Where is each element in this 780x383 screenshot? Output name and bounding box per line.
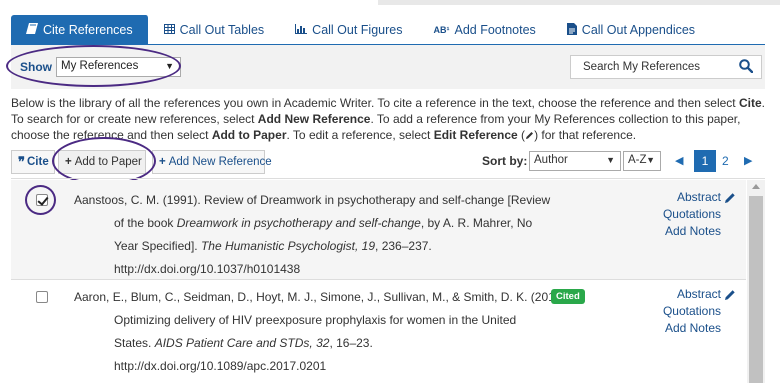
top-strip	[0, 0, 780, 5]
tab-call-out-appendices[interactable]: Call Out Appendices	[551, 15, 712, 45]
top-strip-segment	[378, 0, 780, 5]
sort-select[interactable]: Author ▼	[529, 151, 621, 171]
prev-page-icon[interactable]: ◀	[675, 154, 683, 167]
sort-label: Sort by:	[482, 154, 528, 168]
toolbar-divider	[11, 178, 765, 179]
instructions-text: Below is the library of all the referenc…	[11, 96, 765, 142]
quotations-link[interactable]: Quotations	[641, 303, 721, 320]
tab-label: Call Out Tables	[179, 23, 265, 37]
page-2-link[interactable]: 2	[722, 154, 729, 168]
plus-icon: +	[159, 156, 166, 168]
list-item: Aanstoos, C. M. (1991). Review of Dreamw…	[11, 180, 746, 280]
add-notes-link[interactable]: Add Notes	[641, 223, 721, 240]
tab-label: Call Out Appendices	[581, 23, 696, 37]
cited-badge: Cited	[551, 289, 585, 304]
bar-chart-icon	[295, 23, 308, 37]
quotations-link[interactable]: Quotations	[641, 206, 721, 223]
order-select[interactable]: A-Z ▼	[623, 151, 661, 171]
caret-down-icon: ▼	[646, 155, 655, 165]
footnote-icon: AB¹	[433, 25, 450, 35]
checkbox-highlight-ellipse	[25, 185, 56, 215]
list-item: Aaron, E., Blum, C., Seidman, D., Hoyt, …	[11, 281, 746, 383]
tab-add-footnotes[interactable]: AB¹ Add Footnotes	[418, 15, 552, 45]
search-icon[interactable]	[739, 59, 753, 73]
search-placeholder: Search My References	[583, 61, 700, 73]
pencil-icon[interactable]	[724, 192, 736, 204]
tab-label: Cite References	[43, 23, 133, 37]
next-page-icon[interactable]: ▶	[744, 154, 752, 167]
table-icon	[163, 23, 175, 37]
reference-citation: Aaron, E., Blum, C., Seidman, D., Hoyt, …	[74, 286, 569, 378]
tab-label: Add Footnotes	[454, 23, 536, 37]
tab-bar: Cite References Call Out Tables Call Out…	[11, 15, 712, 45]
tab-call-out-figures[interactable]: Call Out Figures	[280, 15, 419, 45]
quote-icon: ❞	[18, 154, 25, 169]
add-notes-link[interactable]: Add Notes	[641, 320, 721, 337]
search-input[interactable]: Search My References	[570, 55, 762, 79]
show-highlight-ellipse	[6, 45, 181, 87]
caret-down-icon: ▼	[606, 155, 615, 165]
tab-label: Call Out Figures	[312, 23, 403, 37]
book-icon	[26, 23, 38, 37]
tab-call-out-tables[interactable]: Call Out Tables	[148, 15, 281, 45]
page-current[interactable]: 1	[694, 150, 716, 172]
scroll-thumb[interactable]	[749, 196, 763, 383]
reference-checkbox[interactable]	[36, 291, 48, 303]
pencil-icon[interactable]	[724, 289, 736, 301]
abstract-link[interactable]: Abstract	[641, 189, 721, 206]
pencil-icon	[526, 132, 534, 139]
scroll-up-icon[interactable]	[752, 184, 760, 189]
abstract-link[interactable]: Abstract	[641, 286, 721, 303]
doi-link[interactable]: http://dx.doi.org/10.1089/apc.2017.0201	[74, 355, 549, 378]
reference-actions: Abstract Quotations Add Notes	[641, 286, 721, 337]
scrollbar[interactable]	[747, 180, 765, 383]
reference-citation: Aanstoos, C. M. (1991). Review of Dreamw…	[74, 189, 550, 281]
tab-cite-references[interactable]: Cite References	[11, 15, 149, 45]
cite-button[interactable]: ❞ Cite	[11, 150, 55, 174]
add-new-reference-button[interactable]: + Add New Reference	[152, 150, 272, 174]
reference-actions: Abstract Quotations Add Notes	[641, 189, 721, 240]
doi-link[interactable]: http://dx.doi.org/10.1037/h0101438	[74, 258, 549, 281]
reference-list: Aanstoos, C. M. (1991). Review of Dreamw…	[11, 180, 746, 383]
document-icon	[566, 22, 577, 38]
